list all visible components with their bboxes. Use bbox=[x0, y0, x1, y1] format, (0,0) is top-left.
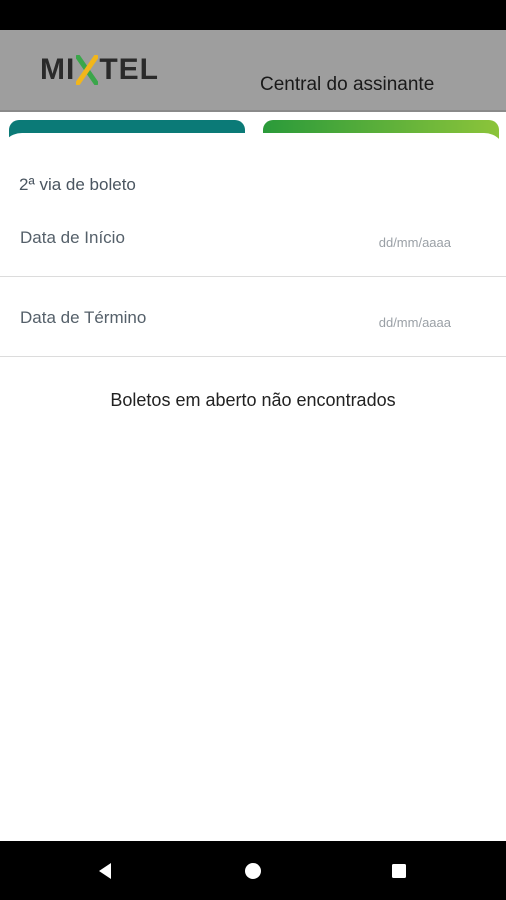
status-bar bbox=[0, 0, 506, 30]
recents-square-icon bbox=[392, 863, 406, 878]
home-button[interactable] bbox=[223, 841, 283, 900]
start-date-input[interactable] bbox=[291, 232, 451, 252]
back-triangle-icon bbox=[99, 862, 111, 879]
start-date-label: Data de Início bbox=[20, 228, 125, 247]
back-button[interactable] bbox=[75, 841, 135, 900]
boleto-bottom-sheet: 2ª via de boleto Data de Início Data de … bbox=[0, 133, 506, 841]
start-date-row[interactable]: Data de Início bbox=[0, 196, 506, 277]
logo-x-mark bbox=[75, 54, 99, 86]
home-circle-icon bbox=[245, 862, 261, 879]
system-navigation-bar bbox=[0, 841, 506, 900]
end-date-label: Data de Término bbox=[20, 308, 147, 327]
app-header: MI TEL Central do assinante bbox=[0, 30, 506, 112]
mixtel-logo: MI TEL bbox=[40, 52, 159, 88]
logo-text-right: TEL bbox=[99, 53, 159, 86]
logo-text-left: MI bbox=[40, 53, 76, 86]
end-date-row[interactable]: Data de Término bbox=[0, 276, 506, 357]
recents-button[interactable] bbox=[369, 841, 429, 900]
page-title: Central do assinante bbox=[260, 74, 435, 95]
empty-state-message: Boletos em aberto não encontrados bbox=[110, 390, 396, 410]
end-date-input[interactable] bbox=[291, 312, 451, 332]
sheet-title: 2ª via de boleto bbox=[19, 175, 136, 194]
